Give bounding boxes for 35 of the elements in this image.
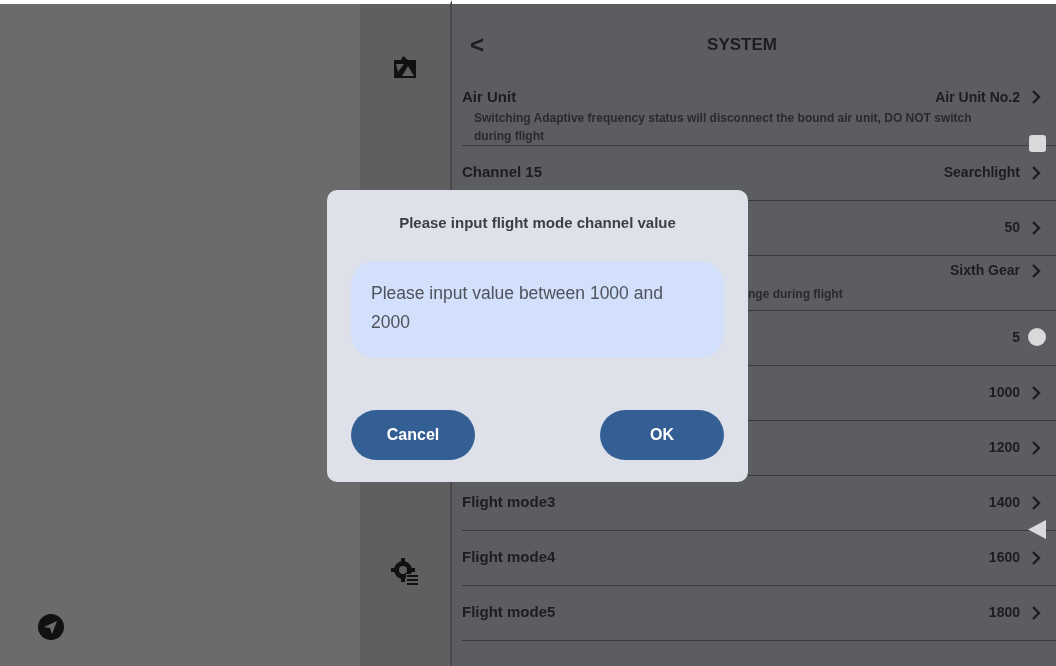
chevron-right-icon[interactable] (1030, 384, 1042, 401)
setting-value: 1400 (988, 493, 1020, 512)
chevron-right-icon[interactable] (1030, 164, 1042, 181)
input-field[interactable]: Please input value between 1000 and 2000 (351, 260, 724, 358)
setting-value: Sixth Gear (949, 261, 1020, 280)
page-title: SYSTEM (707, 35, 777, 55)
dialog-button[interactable]: OK (600, 410, 724, 460)
setting-value: 1200 (988, 438, 1020, 457)
chevron-right-icon[interactable] (1030, 439, 1042, 456)
setting-value: Searchlight (943, 163, 1020, 182)
chevron-right-icon[interactable] (1030, 219, 1042, 236)
setting-value: 50 (1004, 218, 1020, 237)
setting-value: 1600 (988, 548, 1020, 567)
setting-label: Flight mode3 (462, 492, 556, 513)
square-icon[interactable] (1029, 135, 1046, 152)
chevron-right-icon[interactable] (1030, 494, 1042, 511)
chevron-right-icon[interactable] (1030, 262, 1042, 279)
setting-value: 1800 (988, 603, 1020, 622)
setting-label: Flight mode5 (462, 602, 556, 623)
setting-label: Channel 15 (462, 162, 543, 183)
setting-value: 5 (1012, 328, 1020, 347)
setting-label: Flight mode4 (462, 547, 556, 568)
paper-plane-icon[interactable] (38, 614, 64, 640)
chevron-right-icon[interactable] (1030, 604, 1042, 621)
image-icon[interactable] (392, 54, 418, 80)
circle-icon[interactable] (1028, 328, 1046, 346)
triangle-icon[interactable] (1028, 520, 1046, 539)
setting-value: Air Unit No.2 (935, 87, 1020, 107)
chevron-right-icon[interactable] (1030, 89, 1042, 106)
setting-value: 1000 (988, 383, 1020, 402)
dialog-title: Please input flight mode channel value (399, 214, 676, 231)
gear-list-icon[interactable] (391, 558, 419, 586)
setting-label: Air Unit (462, 87, 517, 107)
chevron-right-icon[interactable] (1030, 549, 1042, 566)
dialog-button[interactable]: Cancel (351, 410, 475, 460)
